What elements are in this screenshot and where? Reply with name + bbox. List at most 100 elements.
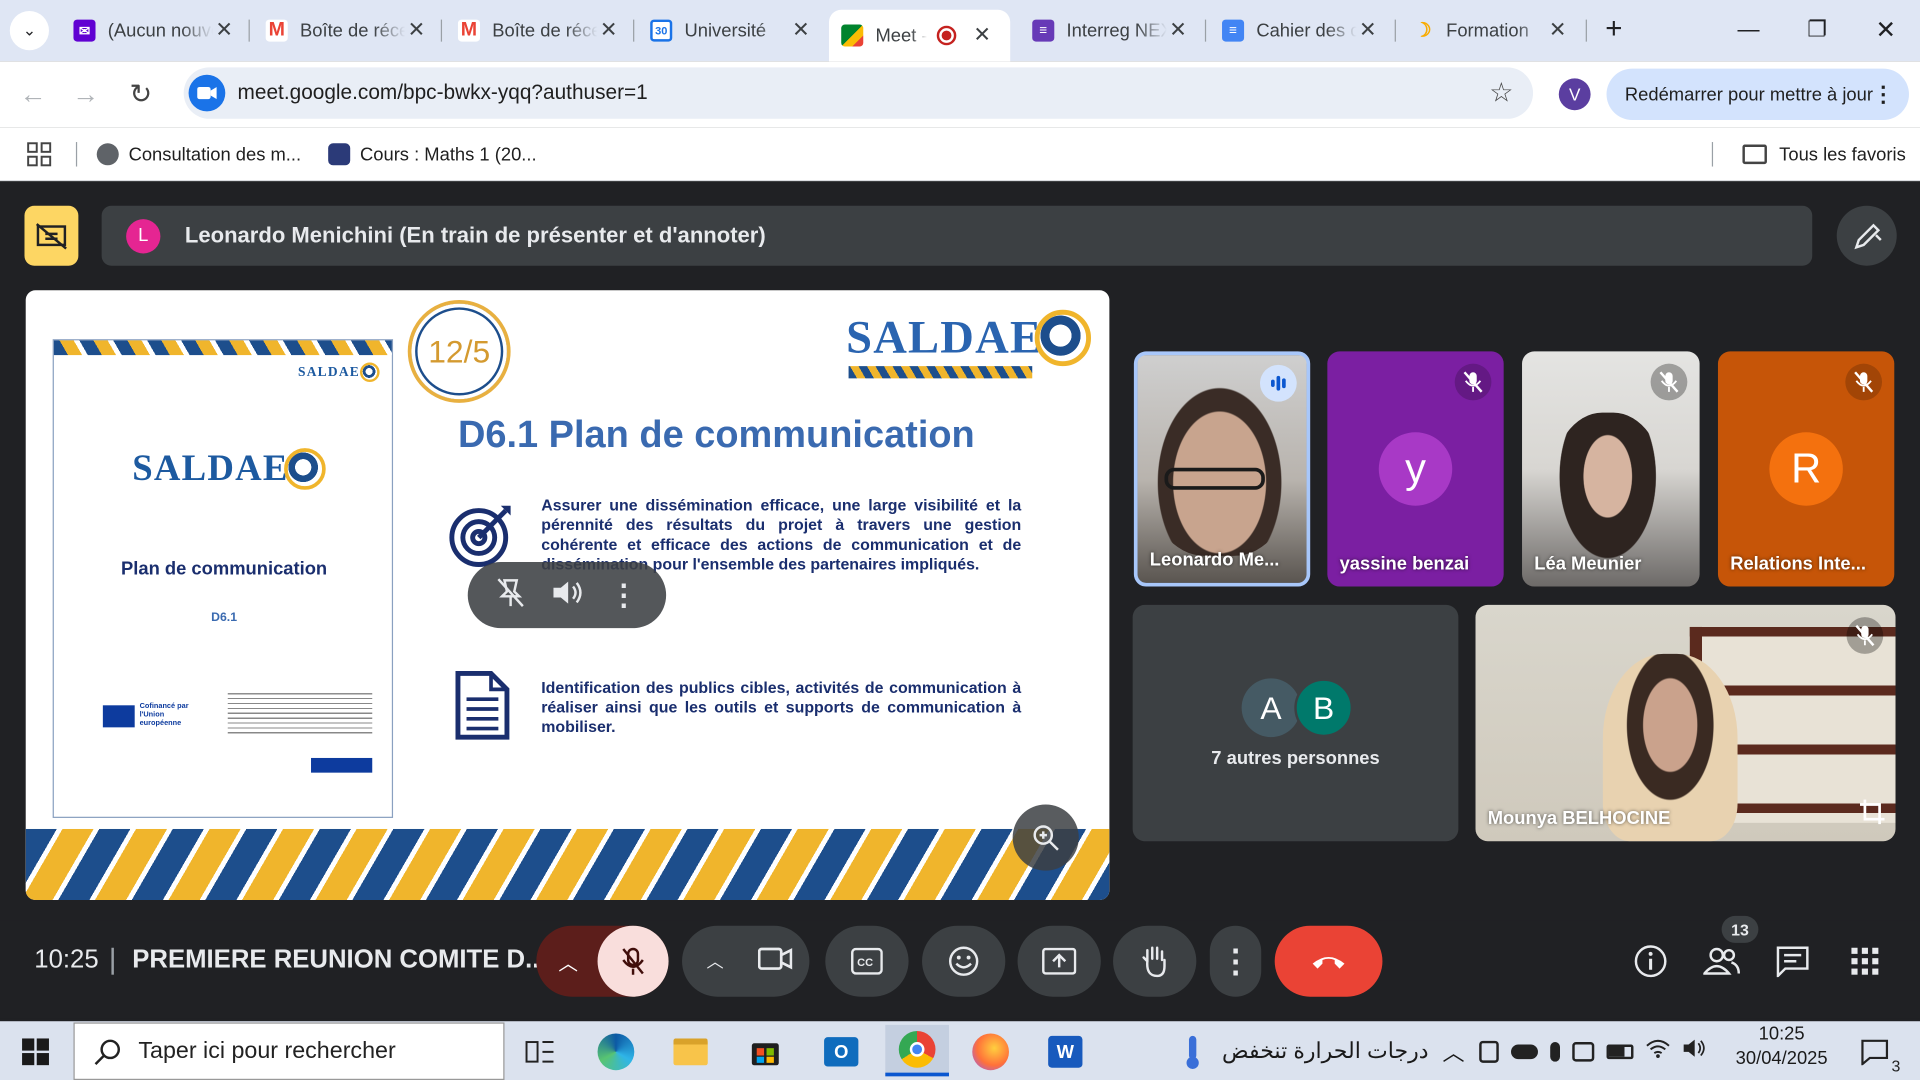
tab-7[interactable]: ☽ Formation ✕: [1400, 10, 1581, 52]
participant-tile-leonardo[interactable]: Leonardo Me...: [1133, 351, 1311, 587]
participant-tile-lea[interactable]: Léa Meunier: [1522, 351, 1700, 587]
speaker-icon[interactable]: [1682, 1038, 1706, 1064]
forms-icon: ≡: [1032, 19, 1055, 42]
chevron-up-icon[interactable]: ︿: [558, 947, 578, 976]
screen-capture-icon[interactable]: [1572, 1041, 1595, 1062]
onedrive-cloud-icon[interactable]: [1511, 1043, 1538, 1059]
word-taskbar-icon[interactable]: W: [1042, 1029, 1089, 1076]
close-tab-icon[interactable]: ✕: [971, 23, 993, 47]
leave-call-button[interactable]: [1274, 925, 1383, 997]
presenter-audio-controls: ⋮: [467, 562, 667, 629]
tab-3[interactable]: 30 Université ✕: [638, 10, 824, 52]
chat-button[interactable]: [1771, 940, 1815, 982]
info-icon: [1634, 945, 1667, 978]
tab-0[interactable]: ✉ (Aucun nouvel e-mail) ✕: [61, 10, 247, 52]
reactions-button[interactable]: [922, 925, 1006, 997]
minimize-button[interactable]: —: [1727, 12, 1771, 46]
others-tile[interactable]: A B 7 autres personnes: [1132, 604, 1459, 842]
microphone-icon[interactable]: [1550, 1041, 1560, 1062]
new-tab-button[interactable]: +: [1592, 12, 1636, 46]
restore-button[interactable]: ❐: [1795, 12, 1839, 46]
address-bar[interactable]: meet.google.com/bpc-bwkx-yqq?authuser=1 …: [183, 67, 1534, 119]
meeting-info-button[interactable]: [1629, 940, 1673, 982]
wifi-icon[interactable]: [1646, 1038, 1670, 1064]
tab-4-active[interactable]: Meet - ✕: [828, 9, 1011, 62]
search-placeholder: Taper ici pour rechercher: [138, 1037, 396, 1064]
present-button[interactable]: [1017, 925, 1101, 997]
restart-label: Redémarrer pour mettre à jour: [1624, 83, 1873, 105]
battery-icon[interactable]: [1606, 1043, 1634, 1059]
raise-hand-button[interactable]: [1113, 925, 1197, 997]
bookmark-star-icon[interactable]: ☆: [1489, 77, 1513, 109]
file-explorer-icon[interactable]: [667, 1029, 714, 1076]
close-window-button[interactable]: ✕: [1864, 12, 1908, 46]
stop-presentation-icon[interactable]: [24, 205, 79, 266]
participant-tile-yassine[interactable]: y yassine benzai: [1327, 351, 1504, 587]
saldae-logo: SALDAE: [132, 448, 326, 490]
notification-center-button[interactable]: 3: [1851, 1029, 1901, 1076]
crop-icon[interactable]: [1859, 798, 1886, 831]
task-view-button[interactable]: [517, 1029, 564, 1076]
apps-icon[interactable]: [27, 140, 52, 169]
annotate-button[interactable]: [1836, 205, 1897, 266]
chevron-up-icon[interactable]: ︿: [707, 949, 724, 973]
all-bookmarks-label: Tous les favoris: [1779, 143, 1906, 165]
tab-2[interactable]: M Boîte de réception ✕: [446, 10, 632, 52]
url-text[interactable]: meet.google.com/bpc-bwkx-yqq?authuser=1: [238, 81, 1490, 105]
mic-toggle-button[interactable]: [597, 925, 669, 997]
close-tab-icon[interactable]: ✕: [213, 18, 235, 42]
participant-tile-relations[interactable]: R Relations Inte...: [1717, 351, 1895, 587]
reload-button[interactable]: ↻: [122, 76, 159, 113]
camera-icon[interactable]: [757, 946, 793, 977]
microsoft-store-icon[interactable]: [742, 1029, 789, 1076]
start-button[interactable]: [12, 1029, 59, 1076]
chat-icon: [1776, 946, 1809, 978]
menu-dots-icon[interactable]: ⋮: [1872, 81, 1894, 107]
restart-update-button[interactable]: Redémarrer pour mettre à jour ⋮: [1606, 68, 1909, 120]
close-tab-icon[interactable]: ✕: [1357, 18, 1379, 42]
volume-icon[interactable]: [551, 577, 583, 613]
site-info-icon[interactable]: [188, 74, 226, 112]
bookmark-consultation[interactable]: Consultation des m...: [96, 140, 301, 169]
close-tab-icon[interactable]: ✕: [598, 18, 620, 42]
captions-button[interactable]: CC: [825, 925, 909, 997]
edge-taskbar-icon[interactable]: [593, 1029, 640, 1076]
back-button[interactable]: ←: [15, 76, 52, 113]
outlook-taskbar-icon[interactable]: O: [818, 1029, 865, 1076]
people-icon: [1703, 947, 1740, 975]
people-button[interactable]: 13: [1700, 915, 1759, 982]
taskbar-clock[interactable]: 10:25 30/04/2025: [1727, 1024, 1837, 1069]
meet-now-icon[interactable]: [1479, 1040, 1499, 1063]
forward-button[interactable]: →: [67, 76, 104, 113]
all-bookmarks-button[interactable]: Tous les favoris: [1742, 140, 1906, 169]
saldae-header-logo: SALDAE: [846, 309, 1092, 367]
participant-tile-mounya[interactable]: Mounya BELHOCINE: [1475, 604, 1896, 842]
bookmark-cours-maths[interactable]: Cours : Maths 1 (20...: [328, 140, 537, 169]
taskbar-search[interactable]: Taper ici pour rechercher: [73, 1022, 505, 1080]
more-options-icon[interactable]: ⋮: [609, 577, 638, 613]
tab-5[interactable]: ≡ Interreg NEXT ✕: [1020, 10, 1201, 52]
close-tab-icon[interactable]: ✕: [790, 18, 812, 42]
close-tab-icon[interactable]: ✕: [1167, 18, 1189, 42]
more-options-button[interactable]: ⋮: [1209, 925, 1262, 997]
video-options-button[interactable]: ︿: [682, 925, 810, 997]
tab-6[interactable]: ≡ Cahier des charges ✕: [1210, 10, 1391, 52]
profile-avatar[interactable]: V: [1558, 78, 1591, 111]
meet-icon: [841, 24, 864, 47]
firefox-taskbar-icon[interactable]: [967, 1029, 1014, 1076]
chrome-taskbar-icon[interactable]: [885, 1024, 949, 1077]
audio-options-button[interactable]: ︿: [536, 925, 669, 997]
tab-1[interactable]: M Boîte de réception ✕: [253, 10, 439, 52]
close-tab-icon[interactable]: ✕: [1547, 18, 1569, 42]
weather-text[interactable]: درجات الحرارة تنخفض: [1222, 1038, 1429, 1064]
close-tab-icon[interactable]: ✕: [405, 18, 427, 42]
pin-off-icon[interactable]: [495, 576, 524, 614]
zoom-button[interactable]: [1012, 804, 1079, 871]
other-avatar-b: B: [1294, 678, 1354, 738]
mic-off-icon: [1454, 363, 1492, 401]
participant-avatar: y: [1378, 432, 1453, 506]
shield-crest-icon: [328, 143, 351, 166]
show-hidden-icons-chevron-icon[interactable]: ︿: [1442, 1036, 1464, 1068]
tab-search-button[interactable]: ⌄: [9, 11, 49, 51]
activities-button[interactable]: [1843, 940, 1887, 982]
